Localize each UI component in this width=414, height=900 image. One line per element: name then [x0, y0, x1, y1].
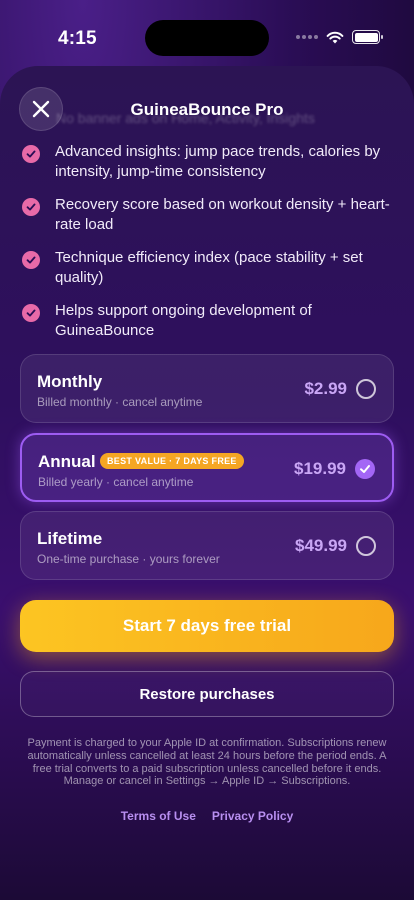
restore-purchases-button[interactable]: Restore purchases — [20, 671, 394, 717]
radio-selected-icon[interactable] — [355, 459, 375, 479]
cellular-signal-icon — [296, 35, 318, 39]
start-trial-button[interactable]: Start 7 days free trial — [20, 600, 394, 652]
feature-item: Technique efficiency index (pace stabili… — [22, 248, 396, 287]
page-title: GuineaBounce Pro — [130, 100, 284, 119]
plan-option-monthly[interactable]: Monthly Billed monthly · cancel anytime … — [20, 354, 394, 423]
plan-subtitle: Billed yearly · cancel anytime — [38, 475, 194, 489]
checkmark-icon — [22, 145, 40, 163]
feature-text: Advanced insights: jump pace trends, cal… — [55, 143, 381, 180]
feature-item: Advanced insights: jump pace trends, cal… — [22, 142, 396, 181]
feature-text: Recovery score based on workout density … — [55, 196, 390, 233]
battery-icon — [352, 30, 383, 44]
radio-unselected-icon[interactable] — [356, 379, 376, 399]
paywall-sheet: No banner ads on Home, Activity, Insight… — [0, 66, 414, 900]
plan-subtitle: Billed monthly · cancel anytime — [37, 395, 203, 409]
plan-price: $49.99 — [295, 536, 347, 555]
wifi-icon — [326, 31, 344, 43]
feature-list: Advanced insights: jump pace trends, cal… — [22, 142, 396, 354]
checkmark-icon — [22, 251, 40, 269]
plan-option-annual[interactable]: Annual BEST VALUE · 7 DAYS FREE Billed y… — [20, 433, 394, 502]
checkmark-icon — [22, 198, 40, 216]
terms-link[interactable]: Terms of Use — [121, 809, 196, 823]
status-icons — [296, 30, 383, 44]
feature-text: Technique efficiency index (pace stabili… — [55, 249, 363, 286]
feature-item: Recovery score based on workout density … — [22, 195, 396, 234]
feature-text: Helps support ongoing development of Gui… — [55, 302, 312, 339]
plan-name: Annual — [38, 452, 96, 471]
checkmark-icon — [22, 304, 40, 322]
best-value-badge: BEST VALUE · 7 DAYS FREE — [100, 453, 244, 469]
privacy-link[interactable]: Privacy Policy — [212, 809, 293, 823]
radio-unselected-icon[interactable] — [356, 536, 376, 556]
feature-item: Helps support ongoing development of Gui… — [22, 301, 396, 340]
plan-price: $2.99 — [304, 379, 347, 398]
status-time: 4:15 — [58, 28, 97, 49]
plan-option-lifetime[interactable]: Lifetime One-time purchase · yours forev… — [20, 511, 394, 580]
plan-subtitle: One-time purchase · yours forever — [37, 552, 220, 566]
plan-price: $19.99 — [294, 459, 346, 478]
plan-name: Lifetime — [37, 529, 103, 548]
subscription-disclaimer: Payment is charged to your Apple ID at c… — [27, 737, 387, 788]
legal-links: Terms of Use Privacy Policy — [0, 809, 414, 823]
status-bar: 4:15 — [0, 0, 414, 70]
plan-name: Monthly — [37, 372, 103, 391]
dynamic-island — [145, 20, 269, 56]
